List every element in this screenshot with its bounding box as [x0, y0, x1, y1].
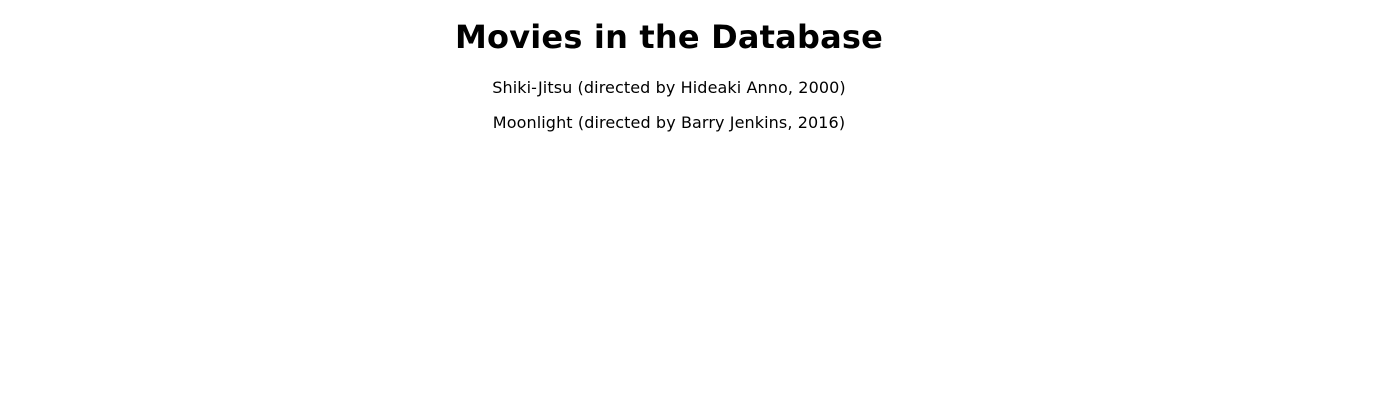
movie-list: Shiki-Jitsu (directed by Hideaki Anno, 2…	[0, 76, 1338, 146]
movie-list-item: Moonlight (directed by Barry Jenkins, 20…	[492, 113, 846, 132]
page-title: Movies in the Database	[454, 18, 884, 56]
movie-list-item: Shiki-Jitsu (directed by Hideaki Anno, 2…	[492, 78, 846, 97]
